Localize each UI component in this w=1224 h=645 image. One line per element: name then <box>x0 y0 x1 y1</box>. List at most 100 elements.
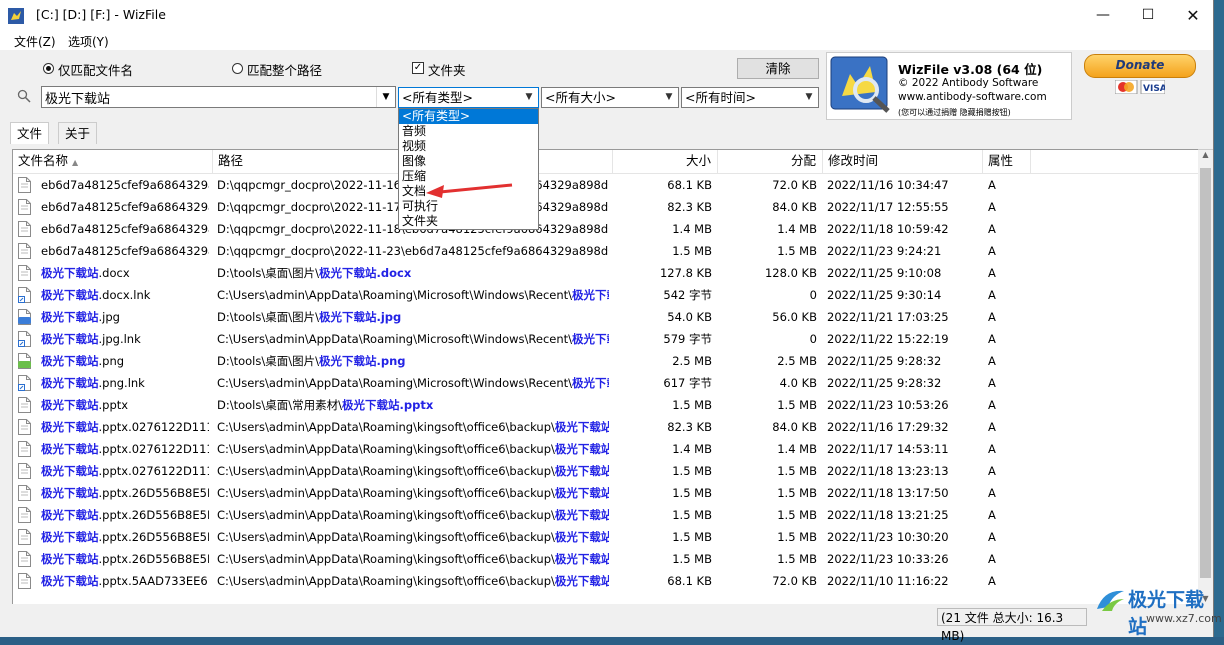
dropdown-option[interactable]: 可执行 <box>399 199 538 214</box>
file-name-cell: 极光下载站.pptx.5AAD733EE6 <box>41 570 209 592</box>
file-name-prefix: eb6d7a48125cfef9a6864329a898 <box>41 178 209 192</box>
close-button[interactable]: ✕ <box>1170 0 1216 31</box>
file-name-match: 极光下载站 <box>41 442 99 456</box>
path-cell: C:\Users\admin\AppData\Roaming\kingsoft\… <box>217 574 609 588</box>
tab-about[interactable]: 关于 <box>58 122 98 144</box>
size-cell: 54.0 KB <box>667 310 712 324</box>
table-row[interactable]: 极光下载站.jpg.lnk C:\Users\admin\AppData\Roam… <box>13 328 1199 350</box>
size-cell: 1.5 MB <box>672 552 712 566</box>
column-attributes[interactable]: 属性 <box>983 150 1031 173</box>
clear-button[interactable]: 清除 <box>737 58 819 79</box>
search-input[interactable] <box>42 87 378 108</box>
radio-filename-only[interactable] <box>43 63 54 74</box>
allocated-cell: 1.5 MB <box>777 244 817 258</box>
table-row[interactable]: 极光下载站.pptx.5AAD733EE6 C:\Users\admin\AppD… <box>13 570 1199 592</box>
table-row[interactable]: 极光下载站.png.lnk C:\Users\admin\AppData\Roam… <box>13 372 1199 394</box>
search-history-dropdown-icon[interactable]: ▼ <box>376 87 395 107</box>
table-row[interactable]: 极光下载站.pptx.26D556B8E5I C:\Users\admin\App… <box>13 526 1199 548</box>
size-cell: 1.5 MB <box>672 486 712 500</box>
table-row[interactable]: 极光下载站.docx.lnk C:\Users\admin\AppData\Roa… <box>13 284 1199 306</box>
menu-options[interactable]: 选项(Y) <box>68 33 109 50</box>
dropdown-option[interactable]: <所有类型> <box>399 109 538 124</box>
file-name-match: 极光下载站 <box>41 398 99 412</box>
doc-file-icon <box>18 419 31 435</box>
table-row[interactable]: 极光下载站.docx D:\tools\桌面\图片\极光下载站.docx 127.8… <box>13 262 1199 284</box>
radio-filename-label[interactable]: 仅匹配文件名 <box>58 60 133 79</box>
doc-file-icon <box>18 463 31 479</box>
file-name-cell: 极光下载站.pptx.26D556B8E5I <box>41 504 209 526</box>
doc-file-icon <box>18 177 31 193</box>
radio-fullpath-label[interactable]: 匹配整个路径 <box>247 60 322 79</box>
payment-cards-icon: VISA <box>1115 80 1165 94</box>
type-filter-combo[interactable]: <所有类型> ▼ <box>398 87 539 108</box>
dropdown-option[interactable]: 文件夹 <box>399 214 538 229</box>
path-cell: C:\Users\admin\AppData\Roaming\kingsoft\… <box>217 530 609 544</box>
scroll-thumb[interactable] <box>1200 168 1211 578</box>
search-icon <box>17 89 31 103</box>
menu-file[interactable]: 文件(Z) <box>14 33 56 50</box>
allocated-cell: 1.5 MB <box>777 486 817 500</box>
about-box: WizFile v3.08 (64 位) © 2022 Antibody Sof… <box>826 52 1072 120</box>
doc-file-icon <box>18 243 31 259</box>
allocated-cell: 2.5 MB <box>777 354 817 368</box>
table-row[interactable]: 极光下载站.png D:\tools\桌面\图片\极光下载站.png 2.5 MB 2… <box>13 350 1199 372</box>
table-row[interactable]: 极光下载站.pptx.26D556B8E5I C:\Users\admin\App… <box>13 504 1199 526</box>
watermark-url: www.xz7.com <box>1146 612 1222 625</box>
column-size[interactable]: 大小 <box>613 150 718 173</box>
table-row[interactable]: 极光下载站.pptx.0276122D111 C:\Users\admin\App… <box>13 416 1199 438</box>
modified-cell: 2022/11/23 10:33:26 <box>827 552 949 566</box>
table-row[interactable]: 极光下载站.pptx.0276122D111 C:\Users\admin\App… <box>13 438 1199 460</box>
search-field[interactable]: ▼ <box>41 86 396 108</box>
table-row[interactable]: eb6d7a48125cfef9a6864329a898D:\qqpcmgr_d… <box>13 218 1199 240</box>
dropdown-option[interactable]: 视频 <box>399 139 538 154</box>
size-filter-combo[interactable]: <所有大小> ▼ <box>541 87 679 108</box>
table-row[interactable]: 极光下载站.pptx D:\tools\桌面\常用素材\极光下载站.pptx 1.5… <box>13 394 1199 416</box>
size-cell: 579 字节 <box>663 332 712 346</box>
menu-bar: 文件(Z) 选项(Y) <box>0 31 1213 50</box>
type-dropdown-list[interactable]: <所有类型> 音频 视频 图像 压缩 文档 可执行 文件夹 <box>398 108 539 230</box>
vertical-scrollbar[interactable]: ▲ ▼ <box>1198 149 1213 605</box>
lnk-file-icon <box>18 375 31 391</box>
chevron-down-icon: ▼ <box>525 92 533 102</box>
file-name-cell: eb6d7a48125cfef9a6864329a898 <box>41 218 209 240</box>
checkbox-folders-label[interactable]: 文件夹 <box>428 60 466 79</box>
minimize-button[interactable]: — <box>1080 0 1126 31</box>
size-cell: 617 字节 <box>663 376 712 390</box>
path-cell: C:\Users\admin\AppData\Roaming\Microsoft… <box>217 376 609 390</box>
table-row[interactable]: 极光下载站.pptx.26D556B8E5I C:\Users\admin\App… <box>13 548 1199 570</box>
checkbox-folders[interactable]: ✓ <box>412 62 424 74</box>
dropdown-option[interactable]: 音频 <box>399 124 538 139</box>
table-row[interactable]: 极光下载站.pptx.26D556B8E5I C:\Users\admin\App… <box>13 482 1199 504</box>
path-cell: D:\tools\桌面\图片\极光下载站.png <box>217 354 406 368</box>
app-website-link[interactable]: www.antibody-software.com <box>898 91 1047 103</box>
table-row[interactable]: 极光下载站.pptx.0276122D111 C:\Users\admin\App… <box>13 460 1199 482</box>
doc-file-icon <box>18 265 31 281</box>
allocated-cell: 1.5 MB <box>777 530 817 544</box>
file-name-cell: 极光下载站.docx.lnk <box>41 284 209 306</box>
column-modified[interactable]: 修改时间 <box>823 150 983 173</box>
table-row[interactable]: eb6d7a48125cfef9a6864329a898D:\qqpcmgr_d… <box>13 196 1199 218</box>
time-filter-value: <所有时间> <box>685 90 756 105</box>
allocated-cell: 128.0 KB <box>764 266 817 280</box>
time-filter-combo[interactable]: <所有时间> ▼ <box>681 87 819 108</box>
wizfile-logo-icon <box>830 56 890 113</box>
modified-cell: 2022/11/18 13:21:25 <box>827 508 949 522</box>
table-row[interactable]: eb6d7a48125cfef9a6864329a898D:\qqpcmgr_d… <box>13 240 1199 262</box>
attributes-cell: A <box>988 508 996 522</box>
tab-bar <box>0 122 1213 144</box>
path-cell: C:\Users\admin\AppData\Roaming\Microsoft… <box>217 332 609 346</box>
dropdown-option[interactable]: 图像 <box>399 154 538 169</box>
tab-files[interactable]: 文件 <box>10 122 50 144</box>
column-allocated[interactable]: 分配 <box>718 150 823 173</box>
file-name-match: 极光下载站 <box>41 310 99 324</box>
scroll-up-icon[interactable]: ▲ <box>1198 150 1213 159</box>
table-row[interactable]: 极光下载站.jpg D:\tools\桌面\图片\极光下载站.jpg 54.0 KB… <box>13 306 1199 328</box>
table-row[interactable]: eb6d7a48125cfef9a6864329a898D:\qqpcmgr_d… <box>13 174 1199 196</box>
attributes-cell: A <box>988 442 996 456</box>
radio-full-path[interactable] <box>232 63 243 74</box>
maximize-button[interactable]: ☐ <box>1125 0 1171 31</box>
column-name[interactable]: 文件名称 ▲ <box>13 150 213 173</box>
doc-file-icon <box>18 485 31 501</box>
file-name-cell: 极光下载站.pptx.0276122D111 <box>41 460 209 482</box>
donate-button[interactable]: Donate VISA <box>1081 52 1199 98</box>
